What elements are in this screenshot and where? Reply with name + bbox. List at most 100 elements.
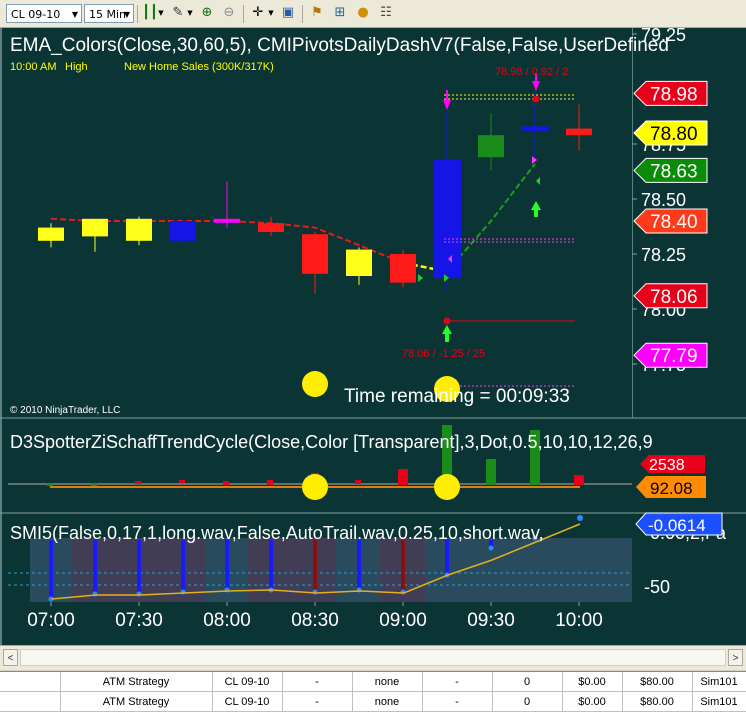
schaff-bar [574, 475, 584, 485]
interval-selector[interactable]: 15 Min ▼ [84, 4, 134, 23]
table-cell: none [352, 672, 423, 692]
smi-bar [225, 540, 229, 590]
chevron-down-icon[interactable]: ▼ [186, 4, 194, 22]
scroll-left-button[interactable]: < [3, 649, 18, 666]
table-cell [0, 691, 61, 712]
candle[interactable] [390, 249, 416, 287]
chevron-down-icon[interactable]: ▼ [267, 4, 275, 22]
drawing-pen-icon[interactable]: ✎ [169, 4, 187, 22]
candle[interactable] [170, 218, 196, 243]
zoom-in-icon[interactable]: ⊕ [198, 4, 216, 22]
schaff-label-2538: 2538 [640, 455, 705, 474]
table-cell: CL 09-10 [212, 691, 283, 712]
chevron-down-icon: ▼ [123, 10, 130, 19]
table-cell: none [352, 691, 423, 712]
smi-bar-dot [312, 589, 318, 595]
schaff-dot [434, 474, 460, 500]
time-tick-label: 08:30 [291, 610, 339, 631]
price-label: 78.06 [633, 283, 708, 309]
time-tick-label: 07:30 [115, 610, 163, 631]
schaff-bar [135, 481, 141, 484]
smi-panel-title: SMI5(False,0,17,1,long.wav,False,AutoTra… [10, 523, 544, 543]
price-tick-label: 78.50 [641, 190, 686, 210]
atm-strategy-grid: ATM Strategy CL 09-10- none -0 $0.00 $80.00 Si… [0, 671, 746, 719]
instrument-value: CL 09-10 [11, 8, 61, 21]
properties-icon[interactable]: ▣ [279, 4, 297, 22]
time-tick-label: 10:00 [555, 610, 603, 631]
table-cell: Sim101 [692, 672, 746, 692]
table-cell: ATM Strategy [60, 691, 213, 712]
table-cell: 0 [492, 691, 563, 712]
chevron-down-icon: ▼ [71, 10, 78, 19]
copyright: © 2010 NinjaTrader, LLC [10, 405, 120, 416]
smi-bar [93, 540, 97, 594]
table-row[interactable]: ATM Strategy CL 09-10- none -0 $0.00 $80.00 Si… [0, 672, 746, 692]
smi-bar [401, 540, 405, 592]
strategies-icon[interactable]: ⚑ [308, 4, 326, 22]
schaff-bar [267, 480, 273, 485]
news-note: New Home Sales (300K/317K) [124, 61, 274, 73]
schaff-bar [91, 483, 97, 486]
price-label-text: 78.98 [650, 84, 698, 105]
candle-body [214, 218, 240, 223]
ninja-coin-icon[interactable]: ● [354, 4, 372, 22]
horizontal-scrollbar[interactable]: < > [0, 645, 746, 670]
price-label-text: 78.80 [650, 124, 698, 145]
chevron-left-icon: < [7, 653, 14, 664]
schaff-bar [398, 469, 408, 485]
time-tick-label: 08:00 [203, 610, 251, 631]
table-cell: $0.00 [562, 691, 623, 712]
candle-body [170, 221, 196, 241]
table-cell [0, 672, 61, 692]
schaff-dot [302, 474, 328, 500]
candle-body [478, 135, 504, 158]
timer-dot [302, 371, 328, 397]
zoom-out-icon[interactable]: ⊖ [220, 4, 238, 22]
chevron-right-icon: > [732, 653, 739, 664]
table-row[interactable]: ATM Strategy CL 09-10- none -0 $0.00 $80.00 Si… [0, 691, 746, 712]
schaff-value-label: 92.08 [650, 479, 693, 498]
time-tick-label: 09:30 [467, 610, 515, 631]
schaff-bar [179, 480, 185, 483]
table-cell: - [422, 691, 493, 712]
table-cell: CL 09-10 [212, 672, 283, 692]
session-note-level: High [65, 61, 88, 73]
data-box-icon[interactable]: ☷ [377, 4, 395, 22]
schaff-value-label: 2538 [649, 457, 685, 474]
smi-bar-dot [488, 545, 494, 551]
instrument-selector[interactable]: CL 09-10 ▼ [6, 4, 82, 23]
chevron-down-icon[interactable]: ▼ [157, 4, 165, 22]
schaff-panel-title: D3SpotterZiSchaffTrendCycle(Close,Color … [10, 432, 653, 452]
high-dot [532, 95, 540, 103]
price-label-text: 78.06 [650, 287, 698, 308]
indicators-icon[interactable]: ⊞ [331, 4, 349, 22]
crosshair-icon[interactable]: ✛ [249, 4, 267, 22]
price-label: 78.98 [633, 80, 708, 106]
smi-bar [181, 540, 185, 592]
table-cell: - [422, 672, 493, 692]
session-note-time: 10:00 AM [10, 61, 56, 73]
scroll-right-button[interactable]: > [728, 649, 743, 666]
schaff-bar [486, 459, 496, 485]
candle-body [126, 218, 152, 241]
price-panel-title: EMA_Colors(Close,30,60,5), CMIPivotsDail… [10, 35, 669, 56]
table-cell: - [282, 672, 353, 692]
candle-body [433, 159, 461, 279]
candle-body [302, 234, 328, 274]
candle-body [346, 249, 372, 276]
smi-bar [357, 540, 361, 590]
table-cell: Sim101 [692, 691, 746, 712]
table-cell: $80.00 [622, 691, 693, 712]
smi-bar [137, 540, 141, 594]
candle-body [390, 254, 416, 283]
smi-label: -0.0614 [635, 512, 723, 536]
smi-axis-tick: -50 [644, 577, 670, 597]
time-tick-label: 07:00 [27, 610, 75, 631]
scroll-track[interactable] [20, 649, 726, 666]
price-label-text: 78.40 [650, 212, 698, 233]
chart-canvas[interactable]: 79.2578.7578.5078.2578.0077.75 78.9878.8… [0, 28, 746, 645]
smi-bar [49, 540, 53, 599]
schaff-bar [47, 483, 53, 486]
price-label: 78.40 [633, 208, 708, 234]
smi-dot [577, 515, 583, 521]
